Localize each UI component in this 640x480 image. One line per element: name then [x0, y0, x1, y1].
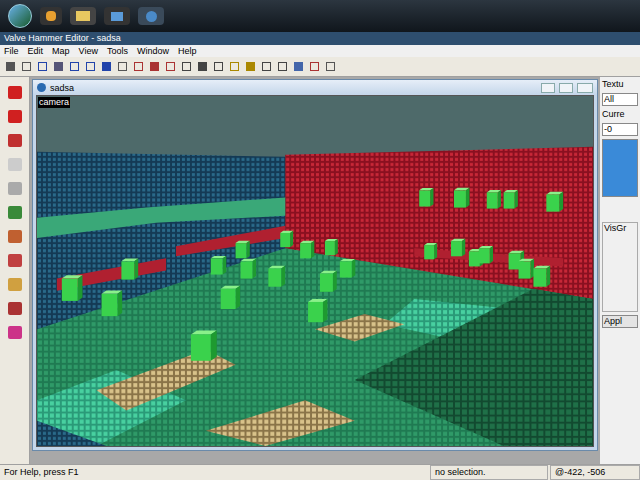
- green-block[interactable]: [320, 271, 337, 292]
- toolbar-button-icon[interactable]: [292, 61, 304, 73]
- toolbar-button-icon[interactable]: [52, 61, 64, 73]
- toolbar-button-icon[interactable]: [244, 61, 256, 73]
- hammer-app-icon[interactable]: [138, 7, 164, 25]
- tool-icon[interactable]: [5, 107, 25, 126]
- child-title-bar: sadsa: [33, 80, 597, 95]
- viewport: camera: [36, 95, 594, 447]
- tool-icon[interactable]: [5, 203, 25, 222]
- green-block[interactable]: [504, 190, 518, 209]
- toolbar-button-icon[interactable]: [276, 61, 288, 73]
- menu-item[interactable]: Map: [52, 45, 70, 57]
- green-block[interactable]: [340, 259, 355, 278]
- close-button[interactable]: [577, 83, 593, 93]
- green-block[interactable]: [546, 192, 563, 212]
- green-block[interactable]: [533, 266, 550, 287]
- minimize-button[interactable]: [541, 83, 555, 93]
- toolbar-button-icon[interactable]: [212, 61, 224, 73]
- toolbar-button-icon[interactable]: [4, 61, 16, 73]
- green-block[interactable]: [62, 275, 83, 301]
- green-block[interactable]: [211, 256, 226, 275]
- green-block[interactable]: [102, 290, 123, 316]
- tool-icon[interactable]: [5, 275, 25, 294]
- menu-item[interactable]: View: [79, 45, 98, 57]
- status-coords: @-422, -506: [550, 465, 640, 480]
- tool-icon[interactable]: [5, 323, 25, 342]
- toolbar-button-icon[interactable]: [100, 61, 112, 73]
- title-bar: Valve Hammer Editor - sadsa: [0, 32, 640, 45]
- maximize-button[interactable]: [559, 83, 573, 93]
- media-icon[interactable]: [40, 7, 62, 25]
- green-block[interactable]: [221, 286, 240, 309]
- green-block[interactable]: [300, 241, 314, 259]
- 3d-viewport-render[interactable]: [37, 96, 593, 446]
- toolbar-button-icon[interactable]: [36, 61, 48, 73]
- visgroups-box: VisGr: [602, 222, 638, 312]
- status-bar: For Help, press F1no selection.@-422, -5…: [0, 464, 640, 480]
- tool-icon[interactable]: [5, 155, 25, 174]
- right-panel: Textu All Curre -0 VisGr Appl: [600, 77, 640, 464]
- green-block[interactable]: [325, 239, 338, 255]
- toolbar: [0, 57, 640, 77]
- green-block[interactable]: [280, 231, 293, 247]
- toolbar-button-icon[interactable]: [324, 61, 336, 73]
- tool-icon[interactable]: [5, 299, 25, 318]
- toolbar-button-icon[interactable]: [148, 61, 160, 73]
- green-block[interactable]: [479, 246, 493, 263]
- toolbar-button-icon[interactable]: [180, 61, 192, 73]
- green-block[interactable]: [191, 330, 217, 360]
- toolbar-button-icon[interactable]: [308, 61, 320, 73]
- tool-icon[interactable]: [5, 179, 25, 198]
- toolbar-button-icon[interactable]: [228, 61, 240, 73]
- toolbar-button-icon[interactable]: [132, 61, 144, 73]
- menu-item[interactable]: File: [4, 45, 19, 57]
- computer-icon[interactable]: [104, 7, 130, 25]
- tool-palette: [0, 77, 30, 464]
- green-block[interactable]: [241, 259, 256, 279]
- green-block[interactable]: [519, 259, 534, 279]
- toolbar-button-icon[interactable]: [20, 61, 32, 73]
- camera-window: sadsa camera: [32, 79, 598, 451]
- tool-icon[interactable]: [5, 251, 25, 270]
- window-icon: [37, 83, 46, 92]
- tool-icon[interactable]: [5, 131, 25, 150]
- folder-icon[interactable]: [70, 7, 96, 25]
- screen: Valve Hammer Editor - sadsaFile Edit Map Vi…: [0, 0, 640, 480]
- menu-bar: File Edit Map View Tools Window Help: [0, 45, 640, 57]
- green-block[interactable]: [424, 243, 437, 259]
- green-block[interactable]: [451, 239, 465, 257]
- tool-icon[interactable]: [5, 227, 25, 246]
- green-block[interactable]: [454, 188, 469, 208]
- menu-item[interactable]: Window: [137, 45, 169, 57]
- status-help: For Help, press F1: [0, 466, 430, 479]
- apply-button[interactable]: Appl: [602, 315, 638, 328]
- main-area: sadsa camera Textu All Curre -0 VisGr Appl: [0, 77, 640, 464]
- viewport-label[interactable]: camera: [38, 97, 70, 108]
- menu-item[interactable]: Help: [178, 45, 197, 57]
- filter-dropdown[interactable]: All: [602, 93, 638, 106]
- visgroups-label: VisGr: [604, 223, 626, 233]
- status-selection: no selection.: [430, 465, 548, 480]
- toolbar-button-icon[interactable]: [196, 61, 208, 73]
- texture-preview: [602, 139, 638, 197]
- menu-item[interactable]: Edit: [28, 45, 44, 57]
- toolbar-button-icon[interactable]: [68, 61, 80, 73]
- green-block[interactable]: [121, 259, 138, 280]
- green-block[interactable]: [236, 241, 250, 259]
- tool-icon[interactable]: [5, 83, 25, 102]
- toolbar-button-icon[interactable]: [164, 61, 176, 73]
- texture-label: Textu: [602, 79, 638, 90]
- workspace: sadsa camera: [30, 77, 600, 464]
- taskbar: [0, 0, 640, 32]
- toolbar-button-icon[interactable]: [116, 61, 128, 73]
- menu-item[interactable]: Tools: [107, 45, 128, 57]
- toolbar-button-icon[interactable]: [84, 61, 96, 73]
- green-block[interactable]: [308, 299, 327, 322]
- green-block[interactable]: [419, 188, 433, 207]
- green-block[interactable]: [487, 190, 501, 209]
- current-label: Curre: [602, 109, 638, 120]
- current-texture-field[interactable]: -0: [602, 123, 638, 136]
- green-block[interactable]: [268, 266, 285, 287]
- start-orb-icon[interactable]: [8, 4, 32, 28]
- toolbar-button-icon[interactable]: [260, 61, 272, 73]
